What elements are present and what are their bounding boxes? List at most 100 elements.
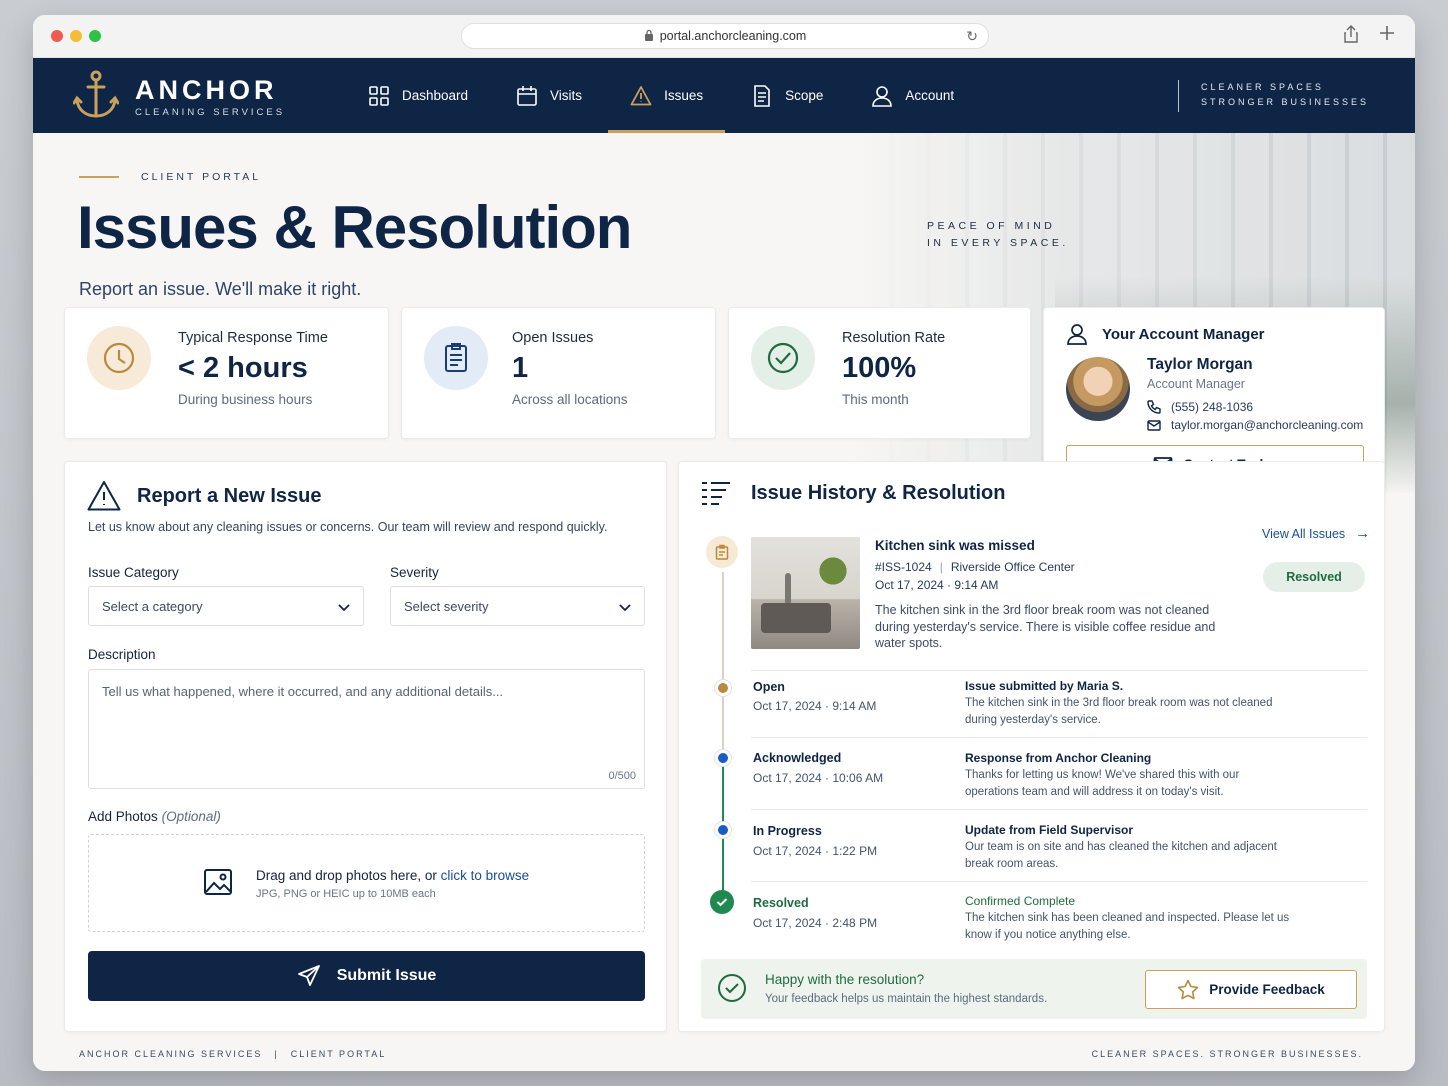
issue-title: Kitchen sink was missed — [875, 538, 1035, 553]
timeline-body: The kitchen sink in the 3rd floor break … — [965, 697, 1273, 726]
dropzone-hint: JPG, PNG or HEIC up to 10MB each — [256, 888, 436, 900]
nav-scope[interactable]: Scope — [749, 58, 825, 133]
manager-phone-text: (555) 248-1036 — [1171, 400, 1254, 414]
category-select-value: Select a category — [102, 598, 203, 614]
timeline-status: Resolved — [753, 896, 809, 910]
footer-left: ANCHOR CLEANING SERVICES | CLIENT PORTAL — [79, 1049, 386, 1059]
photo-dropzone[interactable]: Drag and drop photos here, or click to b… — [88, 834, 645, 932]
browse-link[interactable]: click to browse — [441, 868, 530, 883]
dropzone-text: Drag and drop photos here, or click to b… — [256, 868, 529, 883]
feedback-question: Happy with the resolution? — [765, 972, 925, 987]
close-window-button[interactable] — [51, 30, 63, 42]
header-tagline: CLEANER SPACES STRONGER BUSINESSES — [1177, 80, 1369, 112]
form-title: Report a New Issue — [87, 480, 322, 512]
chevron-down-icon — [338, 604, 350, 612]
timeline-status: Acknowledged — [753, 751, 842, 765]
divider — [751, 881, 1367, 882]
submit-label: Submit Issue — [336, 967, 437, 984]
minimize-window-button[interactable] — [70, 30, 82, 42]
issue-location: Riverside Office Center — [950, 560, 1075, 574]
dashboard-grid-icon — [369, 85, 389, 106]
manager-heading-text: Your Account Manager — [1102, 325, 1265, 343]
manager-email[interactable]: taylor.morgan@anchorcleaning.com — [1147, 418, 1363, 432]
brand-name: ANCHOR — [135, 74, 278, 105]
anchor-icon — [73, 70, 119, 118]
stat-label: Typical Response Time — [178, 330, 328, 346]
form-title-text: Report a New Issue — [137, 484, 322, 507]
peace-tagline: PEACE OF MIND IN EVERY SPACE. — [927, 218, 1069, 252]
provide-feedback-button[interactable]: Provide Feedback — [1145, 970, 1357, 1009]
issue-id: #ISS-1024 — [875, 560, 932, 574]
tagline-line-1: CLEANER SPACES — [1200, 82, 1324, 92]
divider — [751, 737, 1367, 738]
manager-role: Account Manager — [1147, 377, 1245, 391]
stat-label: Open Issues — [512, 330, 594, 346]
issue-history-panel: Issue History & Resolution View All Issu… — [678, 461, 1385, 1032]
feedback-subtext: Your feedback helps us maintain the high… — [765, 993, 1048, 1005]
divider — [751, 809, 1367, 810]
stat-note: This month — [842, 392, 909, 407]
timeline-heading: Response from Anchor Cleaning — [965, 751, 1152, 765]
manager-phone[interactable]: (555) 248-1036 — [1147, 400, 1253, 414]
check-circle-icon — [751, 326, 815, 390]
timeline-date: Oct 17, 2024 · 10:06 AM — [753, 771, 884, 785]
image-icon — [204, 869, 232, 895]
nav-account[interactable]: Account — [869, 58, 956, 133]
warning-icon — [630, 85, 652, 105]
avatar — [1066, 357, 1130, 421]
nav-visits[interactable]: Visits — [514, 58, 584, 133]
timeline-dot-in-progress — [715, 822, 731, 838]
severity-select[interactable]: Select severity — [390, 586, 645, 626]
stat-label: Resolution Rate — [842, 330, 946, 346]
browser-window: portal.anchorcleaning.com ↻ ANCHOR CLEAN… — [33, 15, 1415, 1071]
nav-issues[interactable]: Issues — [608, 58, 726, 133]
issue-photo-thumbnail[interactable] — [751, 537, 860, 649]
history-title: Issue History & Resolution — [701, 480, 1006, 506]
submit-issue-button[interactable]: Submit Issue — [88, 951, 645, 1001]
category-select[interactable]: Select a category — [88, 586, 364, 626]
timeline-body: Thanks for letting us know! We've shared… — [965, 769, 1240, 798]
eyebrow: CLIENT PORTAL — [79, 171, 261, 183]
stat-value: 1 — [512, 352, 529, 384]
check-circle-icon — [718, 974, 746, 1002]
issue-meta-separator: | — [939, 560, 943, 574]
stat-note: Across all locations — [512, 392, 628, 407]
maximize-window-button[interactable] — [89, 30, 101, 42]
view-all-label: View All Issues — [1262, 526, 1346, 541]
stat-note: During business hours — [178, 392, 313, 407]
timeline-body: Our team is on site and has cleaned the … — [965, 841, 1277, 870]
nav-dashboard[interactable]: Dashboard — [366, 58, 470, 133]
character-counter: 0/500 — [608, 770, 636, 782]
view-all-issues-link[interactable]: View All Issues → — [1262, 525, 1370, 542]
nav-visits-label: Visits — [550, 88, 583, 103]
timeline-date: Oct 17, 2024 · 1:22 PM — [753, 844, 878, 858]
check-icon — [710, 890, 734, 914]
timeline-date: Oct 17, 2024 · 9:14 AM — [753, 699, 877, 713]
timeline-dot-open — [715, 680, 731, 696]
reload-icon[interactable]: ↻ — [966, 28, 978, 45]
new-tab-icon[interactable] — [1379, 25, 1395, 48]
send-icon — [297, 965, 320, 986]
brand-logo[interactable]: ANCHOR CLEANING SERVICES — [73, 70, 285, 122]
stat-value: < 2 hours — [178, 352, 308, 384]
peace-line-2: IN EVERY SPACE. — [927, 237, 1069, 249]
description-textarea[interactable]: Tell us what happened, where it occurred… — [88, 669, 645, 789]
peace-line-1: PEACE OF MIND — [927, 220, 1056, 232]
share-icon[interactable] — [1343, 25, 1359, 48]
nav-issues-label: Issues — [664, 88, 704, 103]
feedback-banner: Happy with the resolution? Your feedback… — [701, 959, 1367, 1019]
mail-icon — [1147, 420, 1161, 431]
timeline-body: The kitchen sink has been cleaned and in… — [965, 912, 1290, 941]
warning-icon — [87, 481, 121, 511]
stat-card-resolution-rate: Resolution Rate 100% This month — [728, 307, 1031, 439]
address-bar[interactable]: portal.anchorcleaning.com ↻ — [461, 23, 989, 49]
description-label: Description — [88, 647, 156, 662]
document-icon — [754, 84, 770, 107]
chevron-down-icon — [619, 604, 631, 612]
photos-label: Add Photos (Optional) — [88, 809, 221, 824]
stat-value: 100% — [842, 352, 917, 384]
arrow-right-icon: → — [1355, 525, 1371, 542]
description-placeholder: Tell us what happened, where it occurred… — [102, 684, 504, 699]
user-icon — [872, 85, 893, 107]
list-icon — [702, 482, 730, 505]
